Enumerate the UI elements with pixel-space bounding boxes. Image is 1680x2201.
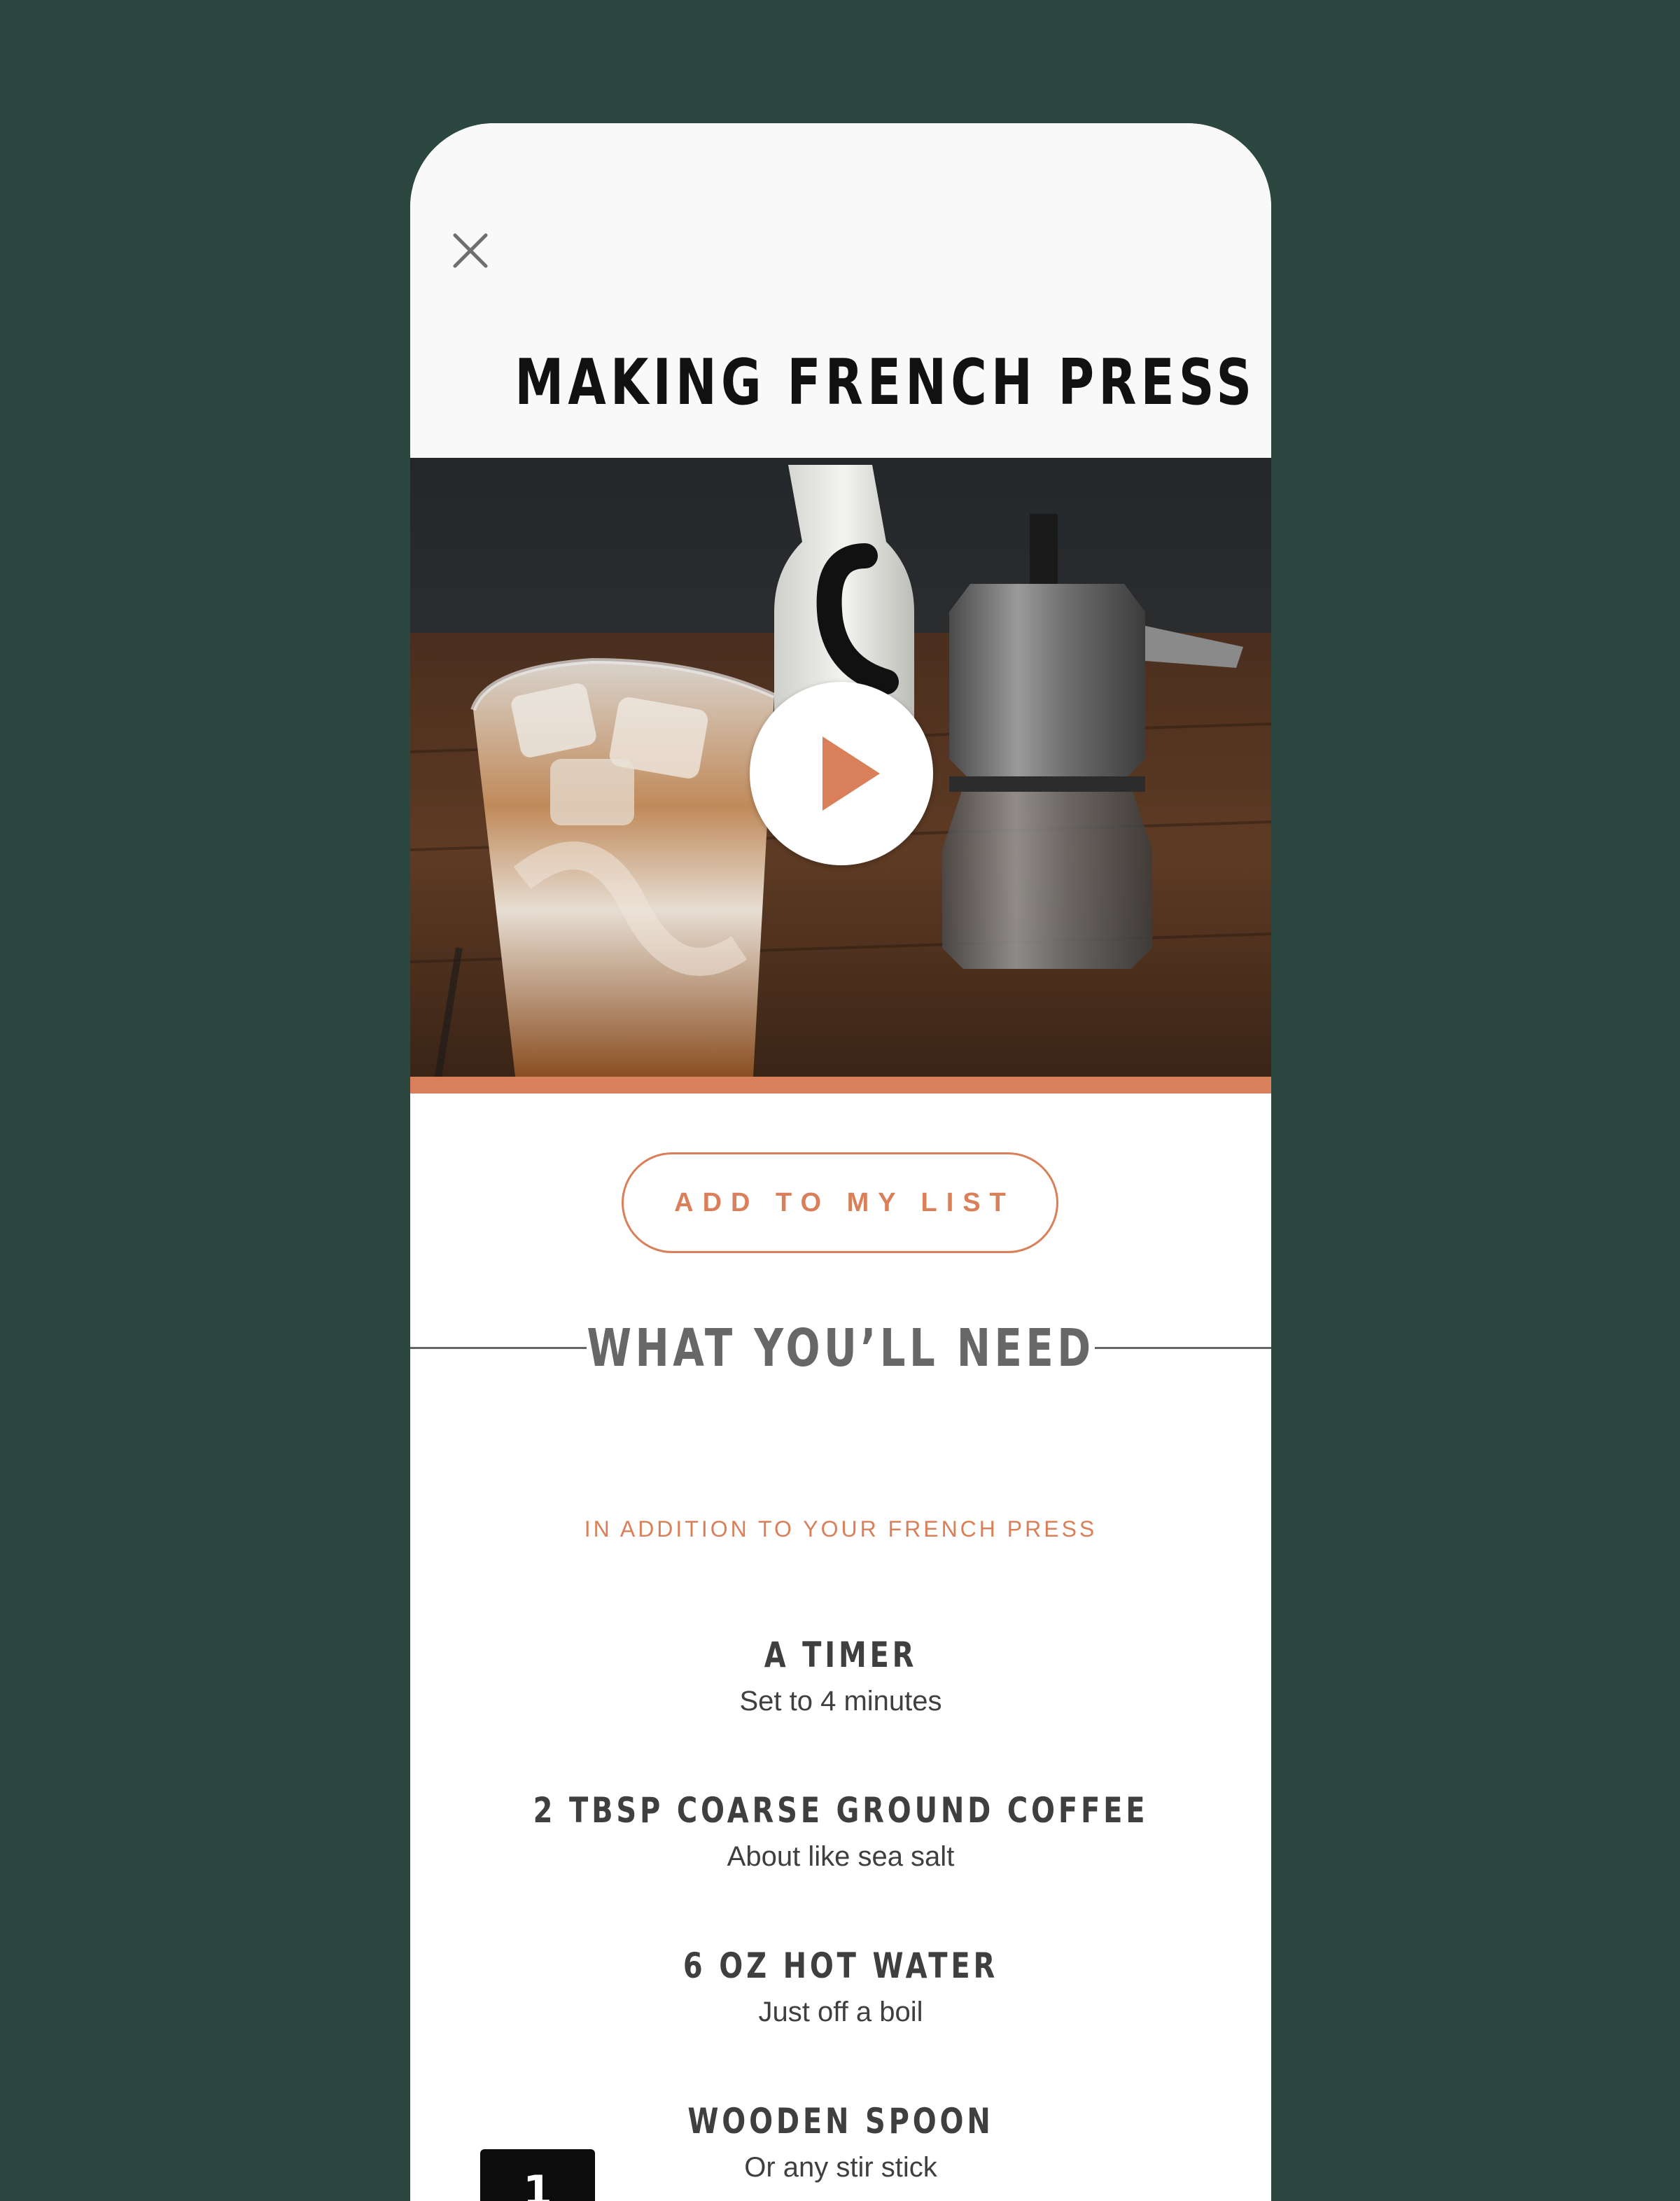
list-item: 6 OZ HOT WATER Just off a boil — [410, 1943, 1271, 2099]
list-item: A TIMER Set to 4 minutes — [410, 1633, 1271, 1788]
video-thumbnail[interactable] — [410, 458, 1271, 1077]
step-number-badge: 1 — [480, 2149, 595, 2201]
item-name: 6 OZ HOT WATER — [682, 1945, 999, 1986]
phone-screen: MAKING FRENCH PRESS ADD TO MY LIST WHAT … — [410, 123, 1271, 2201]
list-item: 2 TBSP COARSE GROUND COFFEE About like s… — [410, 1788, 1271, 1943]
item-description: About like sea salt — [727, 1841, 955, 1872]
item-name: WOODEN SPOON — [687, 2101, 994, 2141]
video-progress-bar[interactable] — [410, 1077, 1271, 1093]
section-subtitle: IN ADDITION TO YOUR FRENCH PRESS — [584, 1516, 1098, 1542]
section-title: WHAT YOU’LL NEED — [587, 1318, 1095, 1378]
add-to-my-list-button[interactable]: ADD TO MY LIST — [622, 1152, 1058, 1253]
page-title: MAKING FRENCH PRESS — [514, 346, 1256, 419]
item-description: Just off a boil — [758, 1997, 923, 2027]
play-button[interactable] — [750, 682, 933, 865]
play-icon — [822, 736, 880, 811]
item-name: 2 TBSP COARSE GROUND COFFEE — [533, 1790, 1149, 1831]
video-progress-fill — [410, 1077, 1271, 1093]
section-header: WHAT YOU’LL NEED — [410, 1313, 1271, 1383]
header: MAKING FRENCH PRESS — [410, 123, 1271, 458]
item-name: A TIMER — [764, 1635, 918, 1675]
close-button[interactable] — [449, 230, 491, 272]
needs-list: A TIMER Set to 4 minutes 2 TBSP COARSE G… — [410, 1633, 1271, 2201]
close-icon — [453, 233, 488, 268]
item-description: Set to 4 minutes — [739, 1686, 942, 1717]
divider-right — [1095, 1347, 1271, 1349]
